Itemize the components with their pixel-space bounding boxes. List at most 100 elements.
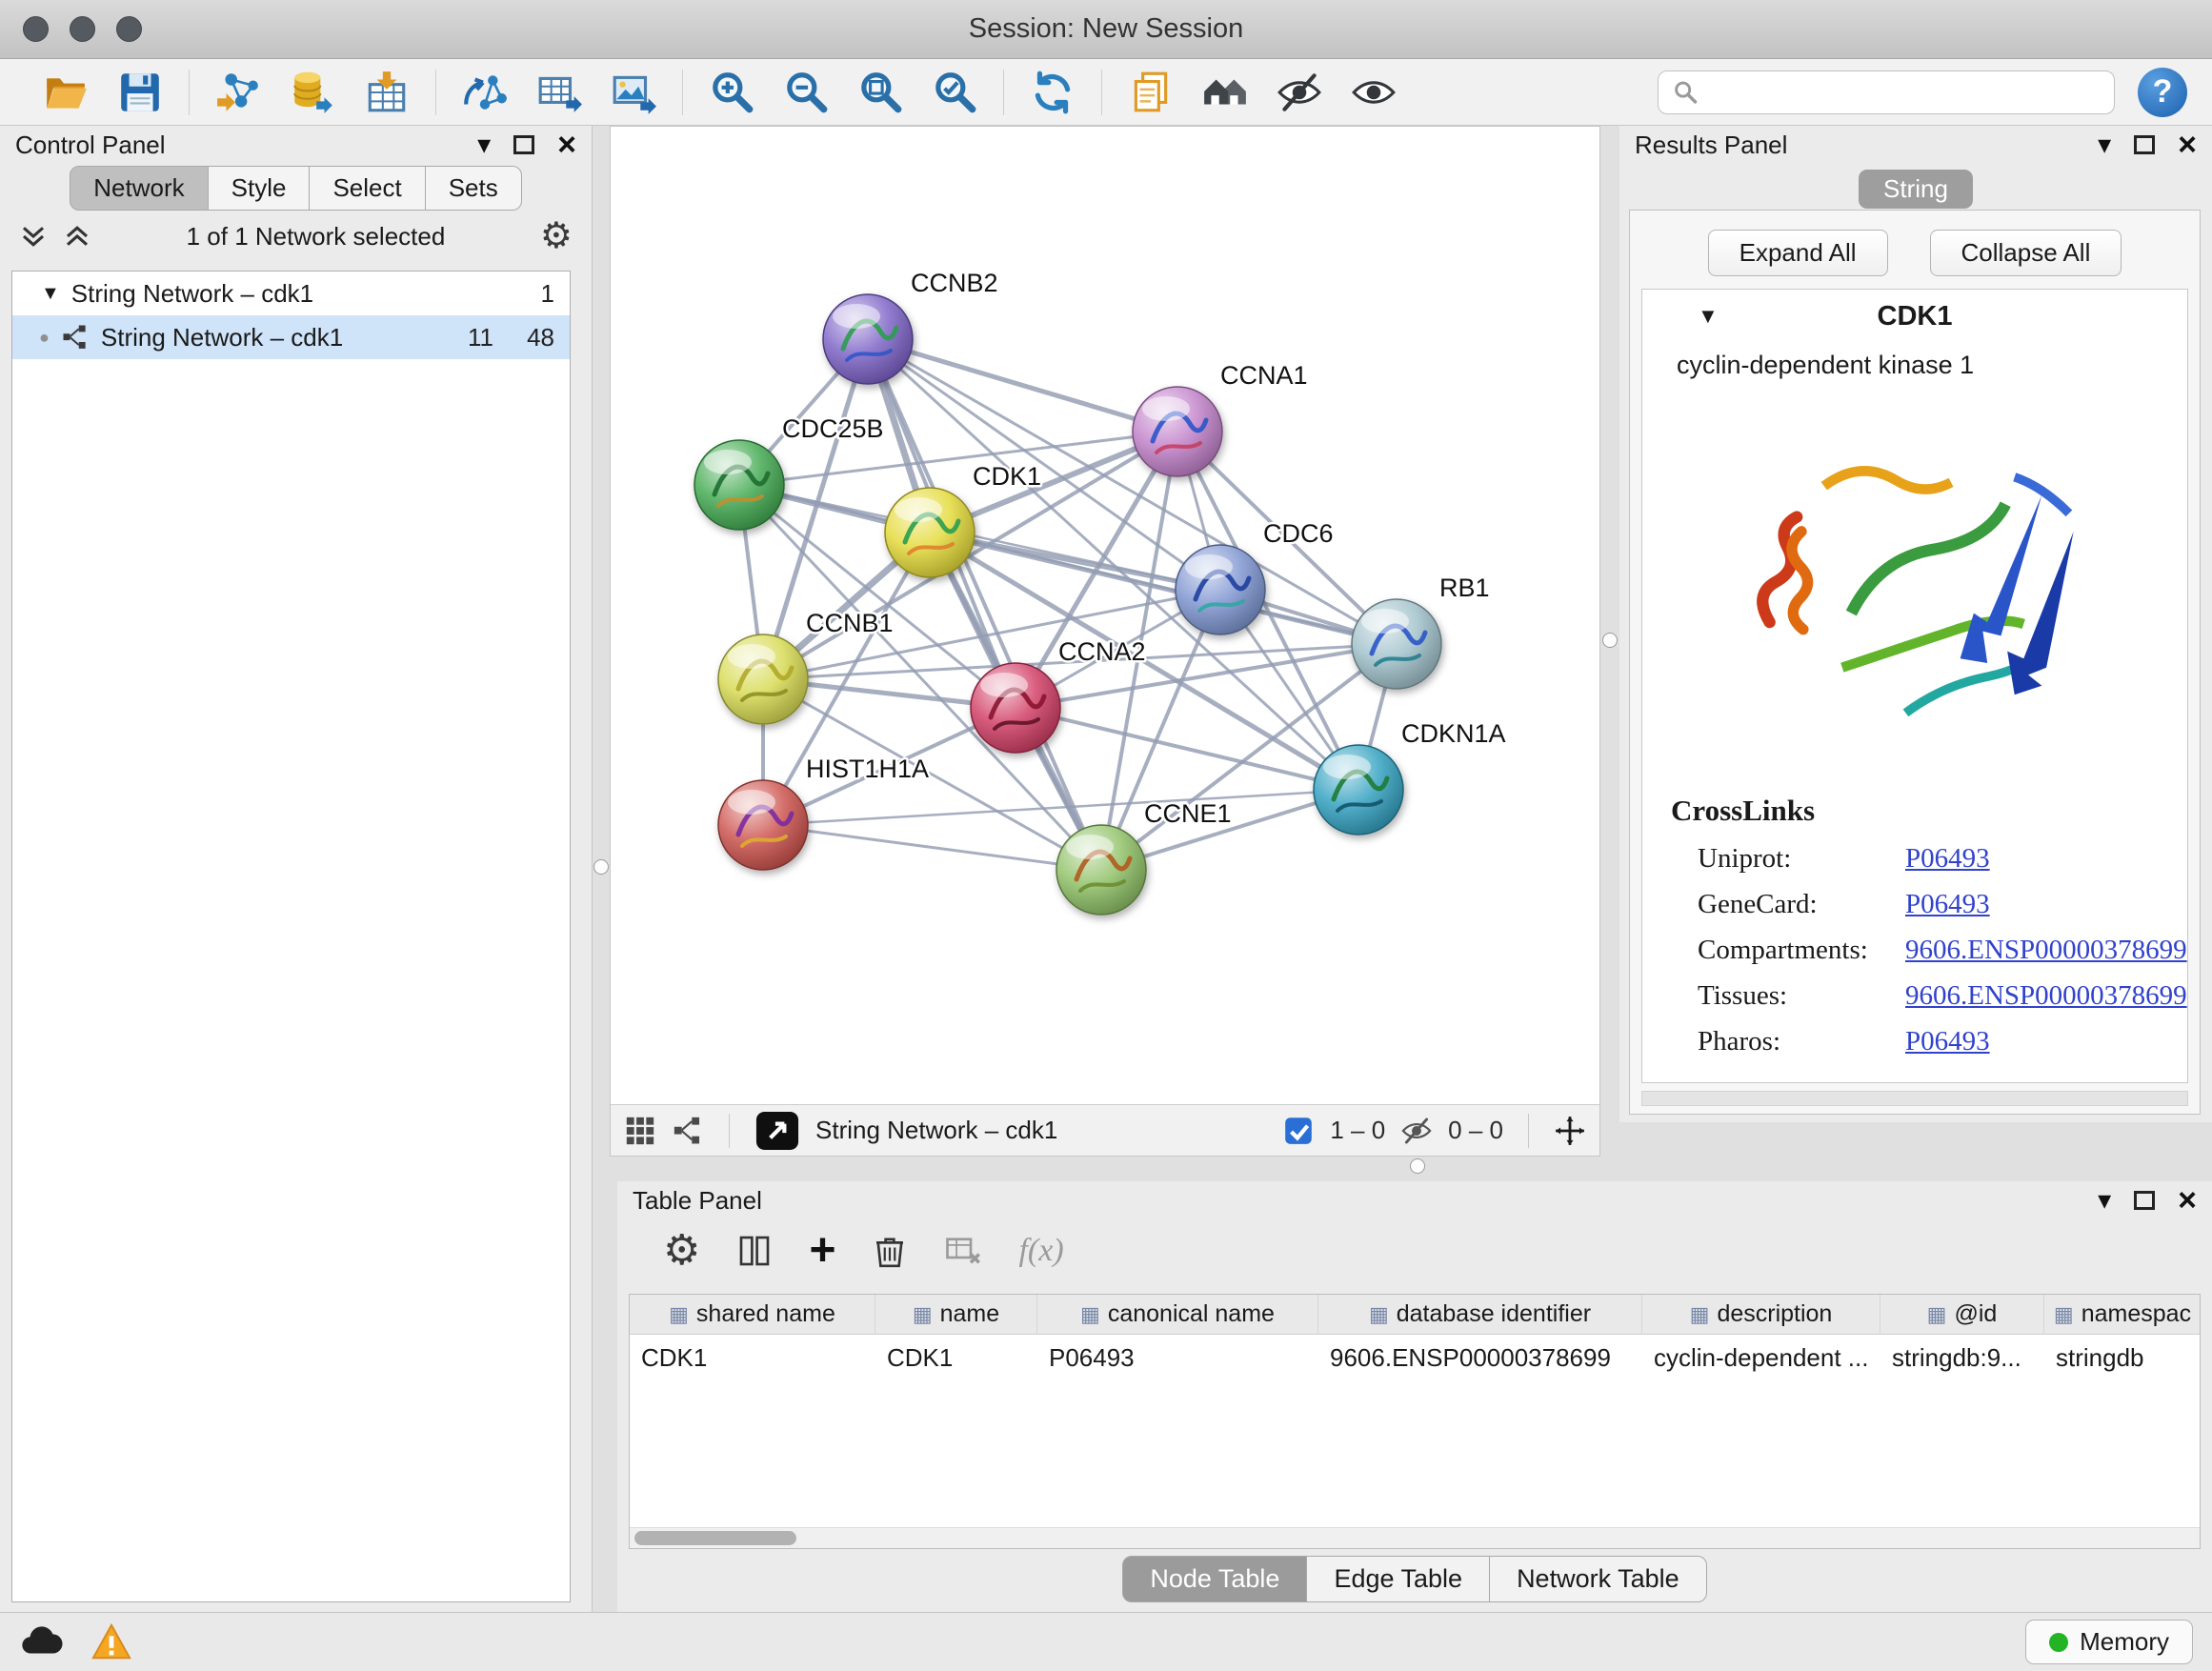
gear-icon[interactable]: ⚙ xyxy=(540,218,573,254)
refresh-view-button[interactable] xyxy=(1016,63,1090,122)
crosslink-link[interactable]: 9606.ENSP00000378699 xyxy=(1905,980,2187,1012)
network-node-hist1h1a[interactable]: HIST1H1A xyxy=(718,755,929,870)
zoom-selected-button[interactable] xyxy=(917,63,992,122)
network-node-cdkn1a[interactable]: CDKN1A xyxy=(1314,719,1506,835)
table-settings-gear-icon[interactable]: ⚙ xyxy=(663,1230,700,1272)
network-node-ccnb2[interactable]: CCNB2 xyxy=(823,269,998,384)
table-cell[interactable]: stringdb:9... xyxy=(1880,1335,2044,1377)
birds-eye-view-button[interactable] xyxy=(754,1111,800,1151)
network-edge[interactable] xyxy=(868,339,1101,870)
column-header-description[interactable]: ▦description xyxy=(1642,1295,1880,1334)
hide-items-button[interactable] xyxy=(1262,63,1337,122)
zoom-in-button[interactable] xyxy=(694,63,769,122)
horizontal-splitter-handle[interactable] xyxy=(1410,1158,1425,1174)
results-scrollbar[interactable] xyxy=(1641,1091,2188,1106)
column-header-name[interactable]: ▦name xyxy=(875,1295,1037,1334)
tab-select[interactable]: Select xyxy=(310,166,425,211)
network-edge[interactable] xyxy=(763,825,1101,870)
column-header-shared-name[interactable]: ▦shared name xyxy=(630,1295,875,1334)
vertical-splitter-handle[interactable] xyxy=(1602,633,1618,648)
table-cell[interactable]: CDK1 xyxy=(875,1335,1037,1377)
grid-view-icon[interactable] xyxy=(624,1115,656,1147)
panel-float-button[interactable] xyxy=(2134,1191,2155,1210)
toolbar-search[interactable] xyxy=(1658,70,2115,114)
table-cell[interactable]: CDK1 xyxy=(630,1335,875,1377)
panel-collapse-button[interactable]: ▾ xyxy=(477,131,491,158)
memory-button[interactable]: Memory xyxy=(2025,1620,2193,1664)
function-builder-button[interactable]: f(x) xyxy=(1018,1233,1063,1269)
table-row[interactable]: CDK1CDK1P064939606.ENSP00000378699cyclin… xyxy=(630,1335,2200,1377)
window-minimize-button[interactable] xyxy=(70,16,95,42)
tab-network[interactable]: Network xyxy=(70,166,208,211)
show-items-button[interactable] xyxy=(1337,63,1411,122)
import-table-file-button[interactable] xyxy=(350,63,424,122)
export-network-button[interactable] xyxy=(448,63,522,122)
pan-crosshair-icon[interactable] xyxy=(1554,1115,1586,1147)
tab-node-table[interactable]: Node Table xyxy=(1122,1556,1307,1602)
table-cell[interactable]: 9606.ENSP00000378699 xyxy=(1318,1335,1642,1377)
column-header-database-identifier[interactable]: ▦database identifier xyxy=(1318,1295,1642,1334)
delete-column-trash-icon[interactable] xyxy=(870,1231,910,1271)
show-columns-icon[interactable] xyxy=(734,1231,774,1271)
scrollbar-thumb[interactable] xyxy=(634,1531,796,1545)
network-edge[interactable] xyxy=(1016,708,1358,790)
network-row[interactable]: ● String Network – cdk1 11 48 xyxy=(12,315,570,359)
delete-table-icon[interactable] xyxy=(944,1231,984,1271)
column-header-canonical-name[interactable]: ▦canonical name xyxy=(1037,1295,1318,1334)
panel-float-button[interactable] xyxy=(2134,135,2155,154)
panel-collapse-button[interactable]: ▾ xyxy=(2098,131,2111,158)
crosslink-link[interactable]: P06493 xyxy=(1905,1026,1990,1057)
import-network-database-button[interactable] xyxy=(275,63,350,122)
zoom-out-button[interactable] xyxy=(769,63,843,122)
expand-all-icon[interactable] xyxy=(63,222,91,251)
panel-close-button[interactable]: × xyxy=(557,129,576,161)
crosslink-link[interactable]: P06493 xyxy=(1905,843,1990,875)
tab-network-table[interactable]: Network Table xyxy=(1490,1556,1707,1602)
tree-expand-icon[interactable]: ▼ xyxy=(41,284,60,303)
network-node-ccnb1[interactable]: CCNB1 xyxy=(718,609,894,724)
network-node-rb1[interactable]: RB1 xyxy=(1352,574,1490,689)
search-input[interactable] xyxy=(1708,77,2101,107)
tab-sets[interactable]: Sets xyxy=(426,166,522,211)
export-table-button[interactable] xyxy=(522,63,596,122)
node-details-header[interactable]: ▼ CDK1 xyxy=(1642,290,2187,343)
window-zoom-button[interactable] xyxy=(116,16,142,42)
expand-all-button[interactable]: Expand All xyxy=(1708,230,1888,276)
warning-icon[interactable] xyxy=(90,1621,133,1664)
column-header-namespac[interactable]: ▦namespac xyxy=(2044,1295,2201,1334)
panel-close-button[interactable]: × xyxy=(2178,1184,2197,1217)
cloud-icon[interactable] xyxy=(19,1621,63,1664)
copy-document-button[interactable] xyxy=(1114,63,1188,122)
window-close-button[interactable] xyxy=(23,16,49,42)
table-cell[interactable]: stringdb xyxy=(2044,1335,2201,1377)
section-collapse-icon[interactable]: ▼ xyxy=(1698,306,1719,327)
network-node-ccne1[interactable]: CCNE1 xyxy=(1056,799,1232,915)
table-cell[interactable]: cyclin-dependent ... xyxy=(1642,1335,1880,1377)
table-horizontal-scrollbar[interactable] xyxy=(630,1527,2200,1548)
tab-style[interactable]: Style xyxy=(209,166,311,211)
selected-checkbox-icon[interactable] xyxy=(1282,1115,1315,1147)
table-cell[interactable]: P06493 xyxy=(1037,1335,1318,1377)
network-node-cdk1[interactable]: CDK1 xyxy=(885,462,1041,577)
column-header--id[interactable]: ▦@id xyxy=(1880,1295,2044,1334)
hidden-eye-slash-icon[interactable] xyxy=(1400,1115,1433,1147)
open-session-button[interactable] xyxy=(29,63,103,122)
vertical-splitter-handle[interactable] xyxy=(593,859,609,875)
panel-close-button[interactable]: × xyxy=(2178,129,2197,161)
network-canvas[interactable]: CCNB2CCNA1CDC25BCDK1CDC6RB1CCNB1CCNA2CDK… xyxy=(611,127,1599,1104)
import-network-file-button[interactable] xyxy=(201,63,275,122)
crosslink-link[interactable]: 9606.ENSP00000378699 xyxy=(1905,935,2187,966)
string-home-button[interactable] xyxy=(1188,63,1262,122)
network-collection-row[interactable]: ▼ String Network – cdk1 1 xyxy=(12,272,570,315)
tab-string[interactable]: String xyxy=(1859,170,1973,209)
export-image-button[interactable] xyxy=(596,63,671,122)
save-session-button[interactable] xyxy=(103,63,177,122)
tab-edge-table[interactable]: Edge Table xyxy=(1307,1556,1490,1602)
create-column-button[interactable]: + xyxy=(809,1228,835,1274)
network-node-ccna2[interactable]: CCNA2 xyxy=(971,637,1146,753)
zoom-fit-button[interactable] xyxy=(843,63,917,122)
network-icon[interactable] xyxy=(672,1115,704,1147)
panel-float-button[interactable] xyxy=(513,135,534,154)
network-edge[interactable] xyxy=(868,339,1177,432)
collapse-all-icon[interactable] xyxy=(19,222,48,251)
